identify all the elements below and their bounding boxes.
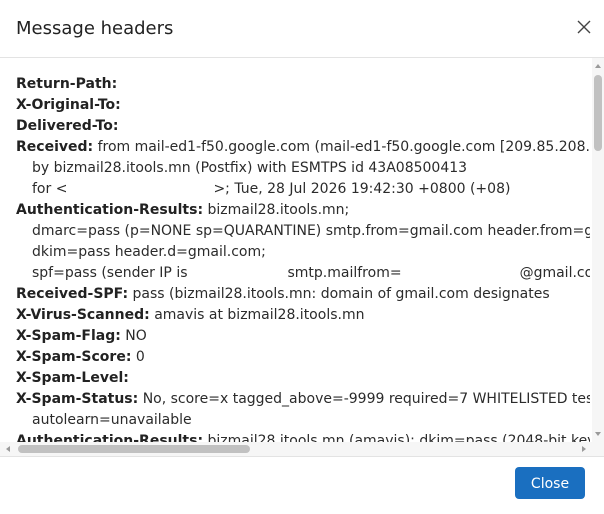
scrollbar-corner <box>592 442 604 456</box>
header-value: spf=pass (sender IP is <box>32 265 188 281</box>
close-icon[interactable] <box>571 14 597 40</box>
header-name: X-Original-To: <box>16 97 121 113</box>
headers-content: Return-Path: X-Original-To: Delivered-To… <box>16 74 590 442</box>
close-button[interactable]: Close <box>515 467 585 499</box>
header-name: Delivered-To: <box>16 118 119 134</box>
scroll-down-icon[interactable] <box>594 429 602 439</box>
header-line: Received-SPF: pass (bizmail28.itools.mn:… <box>16 284 590 305</box>
header-name: Return-Path: <box>16 76 118 92</box>
header-value: from mail-ed1-f50.google.com (mail-ed1-f… <box>97 139 590 155</box>
headers-list: Return-Path: X-Original-To: Delivered-To… <box>16 74 590 442</box>
scroll-up-icon[interactable] <box>594 61 602 71</box>
header-name: X-Spam-Flag: <box>16 328 121 344</box>
header-line: Authentication-Results: bizmail28.itools… <box>16 431 590 442</box>
header-line: Delivered-To: <box>16 116 590 137</box>
header-name: X-Spam-Status: <box>16 391 139 407</box>
header-line: Received: from mail-ed1-f50.google.com (… <box>16 137 590 158</box>
header-name: X-Spam-Level: <box>16 370 129 386</box>
header-value: autolearn=unavailable <box>32 412 192 428</box>
header-line: X-Spam-Status: No, score=x tagged_above=… <box>16 389 590 410</box>
dialog-header: Message headers <box>0 0 604 58</box>
header-value: pass (bizmail28.itools.mn: domain of gma… <box>132 286 550 302</box>
dialog-footer: Close <box>0 456 604 514</box>
header-value: smtp.mailfrom= <box>287 265 402 281</box>
header-line: X-Virus-Scanned: amavis at bizmail28.ito… <box>16 305 590 326</box>
header-value: amavis at bizmail28.itools.mn <box>154 307 365 323</box>
header-line: Authentication-Results: bizmail28.itools… <box>16 200 590 221</box>
header-value: No, score=x tagged_above=-9999 required=… <box>142 391 590 407</box>
header-name: X-Virus-Scanned: <box>16 307 150 323</box>
scroll-right-icon[interactable] <box>579 444 589 454</box>
header-name: Received: <box>16 139 94 155</box>
header-line: X-Original-To: <box>16 95 590 116</box>
scroll-left-icon[interactable] <box>3 444 13 454</box>
horizontal-scroll-thumb[interactable] <box>18 445 250 453</box>
header-line: X-Spam-Score: 0 <box>16 347 590 368</box>
header-continuation: autolearn=unavailable <box>16 410 590 431</box>
header-name: Received-SPF: <box>16 286 129 302</box>
header-value: dkim=pass header.d=gmail.com; <box>32 244 266 260</box>
header-line: Return-Path: <box>16 74 590 95</box>
header-line: X-Spam-Level: <box>16 368 590 389</box>
header-value: @gmail.com smtp <box>519 265 590 281</box>
vertical-scrollbar[interactable] <box>592 58 604 442</box>
header-name: X-Spam-Score: <box>16 349 132 365</box>
header-continuation: for < >; Tue, 28 Jul 2026 19:42:30 +0800 … <box>16 179 590 200</box>
header-continuation: spf=pass (sender IP is smtp.mailfrom= @gma… <box>16 263 590 284</box>
header-value: dmarc=pass (p=NONE sp=QUARANTINE) smtp.f… <box>32 223 590 239</box>
header-name: Authentication-Results: <box>16 433 204 442</box>
header-name: Authentication-Results: <box>16 202 204 218</box>
header-value: bizmail28.itools.mn; <box>207 202 350 218</box>
header-value: >; Tue, 28 Jul 2026 19:42:30 +0800 (+08) <box>213 181 511 197</box>
header-continuation: dkim=pass header.d=gmail.com; <box>16 242 590 263</box>
horizontal-scrollbar[interactable] <box>0 442 592 456</box>
dialog-title: Message headers <box>16 18 174 39</box>
header-value: NO <box>125 328 147 344</box>
header-continuation: dmarc=pass (p=NONE sp=QUARANTINE) smtp.f… <box>16 221 590 242</box>
header-value: bizmail28.itools.mn (amavis); dkim=pass … <box>207 433 591 442</box>
header-value: 0 <box>135 349 145 365</box>
header-value: for < <box>32 181 68 197</box>
header-line: X-Spam-Flag: NO <box>16 326 590 347</box>
headers-body: Return-Path: X-Original-To: Delivered-To… <box>0 58 604 456</box>
header-value: by bizmail28.itools.mn (Postfix) with ES… <box>32 160 468 176</box>
header-continuation: by bizmail28.itools.mn (Postfix) with ES… <box>16 158 590 179</box>
message-headers-dialog: Message headers Return-Path: X-Original-… <box>0 0 604 514</box>
vertical-scroll-thumb[interactable] <box>594 75 602 151</box>
